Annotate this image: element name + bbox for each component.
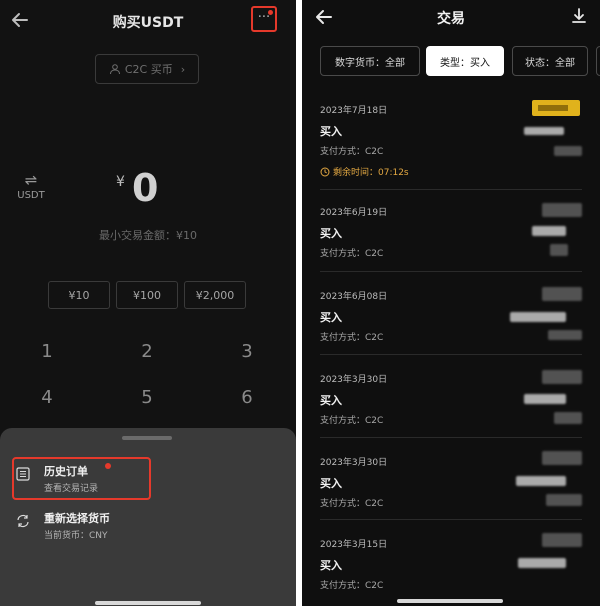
- reselect-currency-item[interactable]: 重新选择货币 当前货币：CNY: [16, 510, 156, 542]
- order-type: 买入: [320, 125, 342, 138]
- amount-value: 0: [132, 166, 159, 210]
- order-payment: 支付方式：C2C: [320, 581, 384, 591]
- redacted-detail: [554, 412, 582, 424]
- status-badge: [532, 100, 580, 116]
- list-icon: [16, 466, 30, 481]
- order-date: 2023年7月18日: [320, 106, 388, 116]
- page-title: 交易: [437, 11, 465, 27]
- order-type: 买入: [320, 477, 342, 490]
- order-type: 买入: [320, 394, 342, 407]
- history-notification-dot: [105, 463, 111, 469]
- swap-icon: ⇌: [24, 171, 38, 189]
- quick-amount-2000[interactable]: ¥2,000: [184, 281, 246, 309]
- order-payment: 支付方式：C2C: [320, 499, 384, 509]
- redacted-amount: [518, 558, 566, 568]
- keypad-1[interactable]: 1: [27, 341, 67, 362]
- redacted-status: [542, 287, 582, 301]
- filter-status[interactable]: 状态：全部: [512, 46, 588, 76]
- history-orders-subtitle: 查看交易记录: [44, 484, 99, 494]
- redacted-amount: [510, 312, 566, 322]
- filter-more[interactable]: [596, 46, 600, 76]
- filter-type[interactable]: 类型：买入: [426, 46, 504, 76]
- keypad-3[interactable]: 3: [227, 341, 267, 362]
- more-button[interactable]: ···: [251, 6, 277, 32]
- home-indicator: [397, 599, 503, 603]
- order-payment: 支付方式：C2C: [320, 249, 384, 259]
- redacted-amount: [516, 476, 566, 486]
- redacted-detail: [546, 494, 582, 506]
- order-payment: 支付方式：C2C: [320, 333, 384, 343]
- divider: [320, 437, 582, 438]
- redacted-status: [542, 451, 582, 465]
- divider: [320, 271, 582, 272]
- order-remaining-time: 剩余时间：07:12s: [320, 165, 409, 178]
- notification-dot: [268, 10, 273, 15]
- redacted-detail: [554, 146, 582, 156]
- chevron-right-icon: ›: [180, 62, 186, 76]
- download-icon[interactable]: [570, 7, 588, 25]
- order-type: 买入: [320, 559, 342, 572]
- reselect-currency-title: 重新选择货币: [44, 512, 110, 525]
- divider: [320, 519, 582, 520]
- remaining-time-text: 剩余时间：07:12s: [333, 168, 409, 178]
- keypad-5[interactable]: 5: [127, 387, 167, 408]
- swap-currency-label: USDT: [17, 190, 45, 201]
- clock-icon: [320, 167, 330, 176]
- currency-swap[interactable]: ⇌ USDT: [16, 172, 46, 201]
- current-currency-text: 当前货币：CNY: [44, 531, 108, 541]
- divider: [320, 189, 582, 190]
- order-date: 2023年3月30日: [320, 375, 388, 385]
- order-date: 2023年3月30日: [320, 458, 388, 468]
- keypad-2[interactable]: 2: [127, 341, 167, 362]
- order-date: 2023年3月15日: [320, 540, 388, 550]
- transactions-screen: 交易 数字货币：全部 类型：买入 状态：全部 2023年7月18日 买入 支付方…: [302, 0, 600, 606]
- redacted-status: [542, 533, 582, 547]
- min-amount-text: 最小交易金额：¥10: [99, 229, 197, 242]
- order-type: 买入: [320, 227, 342, 240]
- refresh-currency-icon: [16, 513, 30, 528]
- keypad-6[interactable]: 6: [227, 387, 267, 408]
- order-date: 2023年6月08日: [320, 292, 388, 302]
- c2c-buy-label: C2C 买币: [124, 63, 173, 76]
- order-date: 2023年6月19日: [320, 208, 388, 218]
- history-orders-title: 历史订单: [44, 465, 88, 478]
- redacted-detail: [548, 330, 582, 340]
- home-indicator: [95, 601, 201, 605]
- keypad-4[interactable]: 4: [27, 387, 67, 408]
- sheet-grabber[interactable]: [122, 436, 172, 440]
- order-payment: 支付方式：C2C: [320, 147, 384, 157]
- history-orders-item[interactable]: 历史订单 查看交易记录: [16, 463, 146, 495]
- order-payment: 支付方式：C2C: [320, 416, 384, 426]
- redacted-status: [542, 370, 582, 384]
- filter-crypto[interactable]: 数字货币：全部: [320, 46, 420, 76]
- user-icon: [109, 64, 120, 75]
- redacted-detail: [550, 244, 568, 256]
- quick-amount-100[interactable]: ¥100: [116, 281, 178, 309]
- buy-usdt-screen: 购买USDT ··· C2C 买币 › ⇌ USDT ¥ 0 最小交易金额：¥1…: [0, 0, 296, 606]
- redacted-amount: [524, 127, 564, 135]
- redacted-amount: [524, 394, 566, 404]
- quick-amount-10[interactable]: ¥10: [48, 281, 110, 309]
- options-bottom-sheet: 历史订单 查看交易记录 重新选择货币 当前货币：CNY: [0, 428, 296, 606]
- c2c-buy-button[interactable]: C2C 买币 ›: [95, 54, 199, 84]
- currency-symbol: ¥: [116, 174, 125, 190]
- redacted-status: [542, 203, 582, 217]
- redacted-amount: [532, 226, 566, 236]
- order-type: 买入: [320, 311, 342, 324]
- divider: [320, 354, 582, 355]
